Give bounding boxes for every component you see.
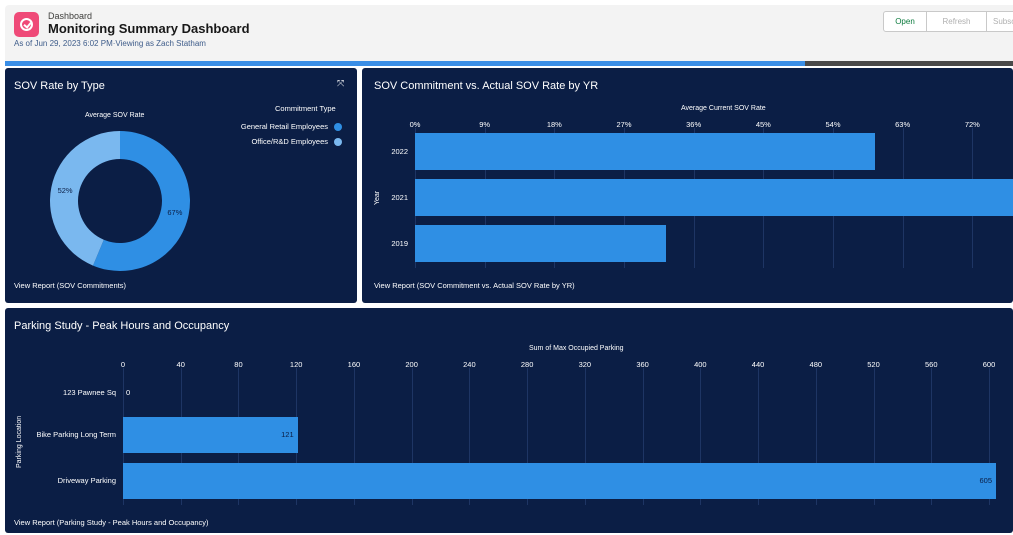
- x-tick-label: 36%: [686, 120, 702, 129]
- view-report-link[interactable]: View Report (SOV Commitment vs. Actual S…: [374, 281, 575, 290]
- x-tick-label: 40: [176, 360, 185, 369]
- view-report-link[interactable]: View Report (SOV Commitments): [14, 281, 126, 290]
- parking-bar-chart: 0 40 80 120 160 200 240 280 320 360 400 440 480 520 56…: [5, 308, 1013, 533]
- y-axis-title: Year: [374, 190, 381, 205]
- x-tick-label: 72%: [964, 120, 980, 129]
- dashboard-header: Dashboard Monitoring Summary Dashboard A…: [5, 5, 1013, 63]
- bar[interactable]: [415, 133, 875, 170]
- x-tick-label: 600: [982, 360, 996, 369]
- x-tick-label: 120: [289, 360, 303, 369]
- x-tick-label: 0: [120, 360, 126, 369]
- bar-value-label: 121: [281, 430, 294, 439]
- legend-dot-office-rd: [334, 138, 342, 146]
- x-tick-label: 520: [867, 360, 880, 369]
- legend-dot-general-retail: [334, 123, 342, 131]
- x-tick-label: 80: [234, 360, 243, 369]
- legend-item-office-rd[interactable]: Office/R&D Employees: [205, 137, 328, 146]
- x-tick-label: 63%: [895, 120, 911, 129]
- donut-slice-label: 52%: [58, 186, 73, 195]
- x-tick-label: 9%: [479, 120, 491, 129]
- sov-rate-by-type-panel: SOV Rate by Type ⤧ Average SOV Rate 67% 5…: [5, 68, 357, 303]
- y-axis-title: Parking Location: [16, 415, 23, 468]
- x-tick-label: 0%: [409, 120, 421, 129]
- y-category-label: 123 Pawnee Sq: [63, 388, 116, 397]
- bar[interactable]: [415, 225, 666, 262]
- x-tick-label: 360: [636, 360, 649, 369]
- x-tick-label: 440: [751, 360, 765, 369]
- x-tick-label: 45%: [755, 120, 771, 129]
- dashboard-canvas: SOV Rate by Type ⤧ Average SOV Rate 67% 5…: [0, 66, 1013, 535]
- refresh-button[interactable]: Refresh: [927, 11, 987, 32]
- dashboard-page: Dashboard Monitoring Summary Dashboard A…: [0, 0, 1013, 535]
- subscribe-button[interactable]: Subsc: [987, 11, 1013, 32]
- header-button-group: Open Refresh Subsc: [883, 11, 1013, 32]
- sov-year-bar-chart: 0%9%18%27%36%45%54%63%72%81%202220212019: [362, 68, 1013, 303]
- page-title: Monitoring Summary Dashboard: [48, 21, 250, 36]
- x-tick-label: 280: [520, 360, 534, 369]
- as-of-viewing-as: As of Jun 29, 2023 6:02 PM·Viewing as Za…: [14, 39, 206, 48]
- bar[interactable]: [415, 179, 1013, 216]
- x-tick-label: 27%: [616, 120, 632, 129]
- bar[interactable]: [123, 463, 996, 499]
- x-tick-label: 54%: [825, 120, 841, 129]
- x-tick-label: 320: [578, 360, 592, 369]
- x-tick-label: 480: [809, 360, 823, 369]
- open-button[interactable]: Open: [883, 11, 927, 32]
- legend-title: Commitment Type: [275, 104, 336, 113]
- dashboard-app-icon: [14, 12, 39, 37]
- x-tick-label: 200: [405, 360, 418, 369]
- legend-item-general-retail[interactable]: General Retail Employees: [205, 122, 328, 131]
- x-tick-label: 560: [925, 360, 938, 369]
- x-tick-label: 400: [694, 360, 707, 369]
- donut-slice-label: 67%: [167, 208, 182, 217]
- y-category-label: 2019: [391, 238, 408, 248]
- view-report-link[interactable]: View Report (Parking Study - Peak Hours …: [14, 518, 209, 527]
- x-tick-label: 240: [463, 360, 476, 369]
- bar-value-label: 0: [126, 388, 131, 397]
- bar-value-label: 605: [979, 476, 992, 485]
- y-category-label: 2021: [391, 192, 408, 202]
- x-tick-label: 18%: [546, 120, 562, 129]
- parking-study-panel: Parking Study - Peak Hours and Occupancy…: [5, 308, 1013, 533]
- sov-commitment-vs-actual-panel: SOV Commitment vs. Actual SOV Rate by YR…: [362, 68, 1013, 303]
- y-category-label: Driveway Parking: [57, 476, 116, 485]
- x-tick-label: 160: [347, 360, 361, 369]
- y-category-label: 2022: [391, 146, 408, 156]
- bar[interactable]: [123, 417, 298, 453]
- breadcrumb[interactable]: Dashboard: [48, 11, 92, 21]
